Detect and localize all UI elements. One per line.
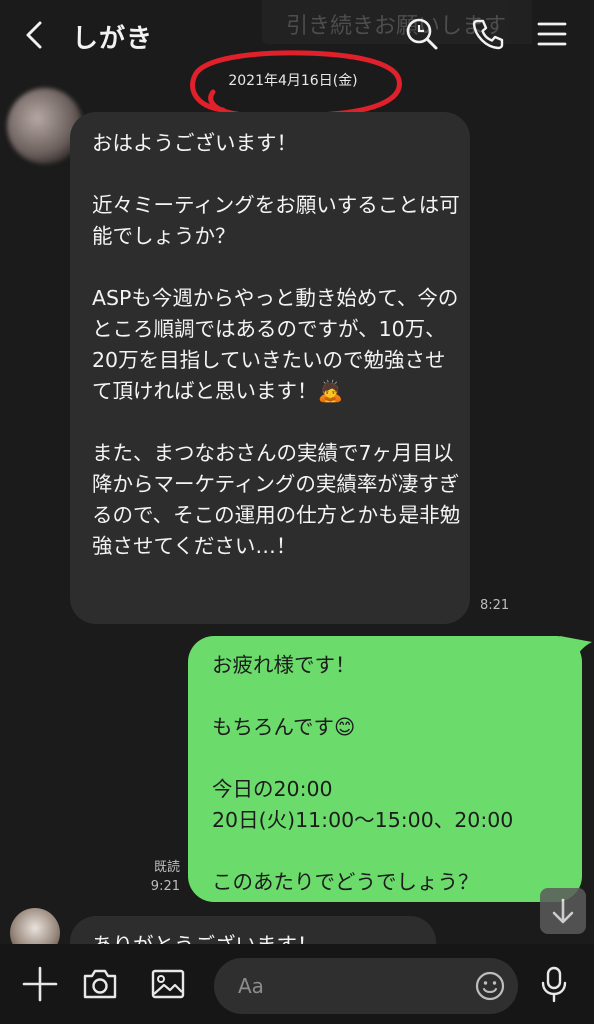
read-label: 既読 <box>153 860 180 875</box>
message-input[interactable]: Aa <box>214 958 518 1014</box>
message-text: おはようございます！ 近々ミーティングをお願いすることは可能でしょうか？ ASP… <box>92 131 461 558</box>
search-icon[interactable] <box>404 16 440 52</box>
phone-icon[interactable] <box>470 16 506 52</box>
camera-icon[interactable] <box>80 964 120 1004</box>
arrow-down-icon[interactable] <box>540 888 586 934</box>
outgoing-message-bubble[interactable]: お疲れ様です！ もちろんです😊 今日の20:00 20日(火)11:00〜15:… <box>188 636 582 902</box>
chat-title: しがき <box>72 24 154 54</box>
message-input-placeholder: Aa <box>238 974 264 998</box>
read-receipt: 既読 9:21 <box>138 858 180 896</box>
menu-icon[interactable] <box>534 16 570 52</box>
microphone-icon[interactable] <box>534 964 574 1004</box>
emoji-icon[interactable] <box>474 970 506 1002</box>
composer-bar: Aa <box>0 944 594 1024</box>
image-icon[interactable] <box>148 964 188 1004</box>
plus-icon[interactable] <box>20 964 60 1004</box>
message-time: 9:21 <box>150 879 180 894</box>
message-text: お疲れ様です！ もちろんです😊 今日の20:00 20日(火)11:00〜15:… <box>212 653 514 894</box>
message-time: 8:21 <box>480 598 510 613</box>
chevron-left-icon[interactable] <box>18 18 52 52</box>
incoming-message-bubble[interactable]: おはようございます！ 近々ミーティングをお願いすることは可能でしょうか？ ASP… <box>70 112 470 624</box>
